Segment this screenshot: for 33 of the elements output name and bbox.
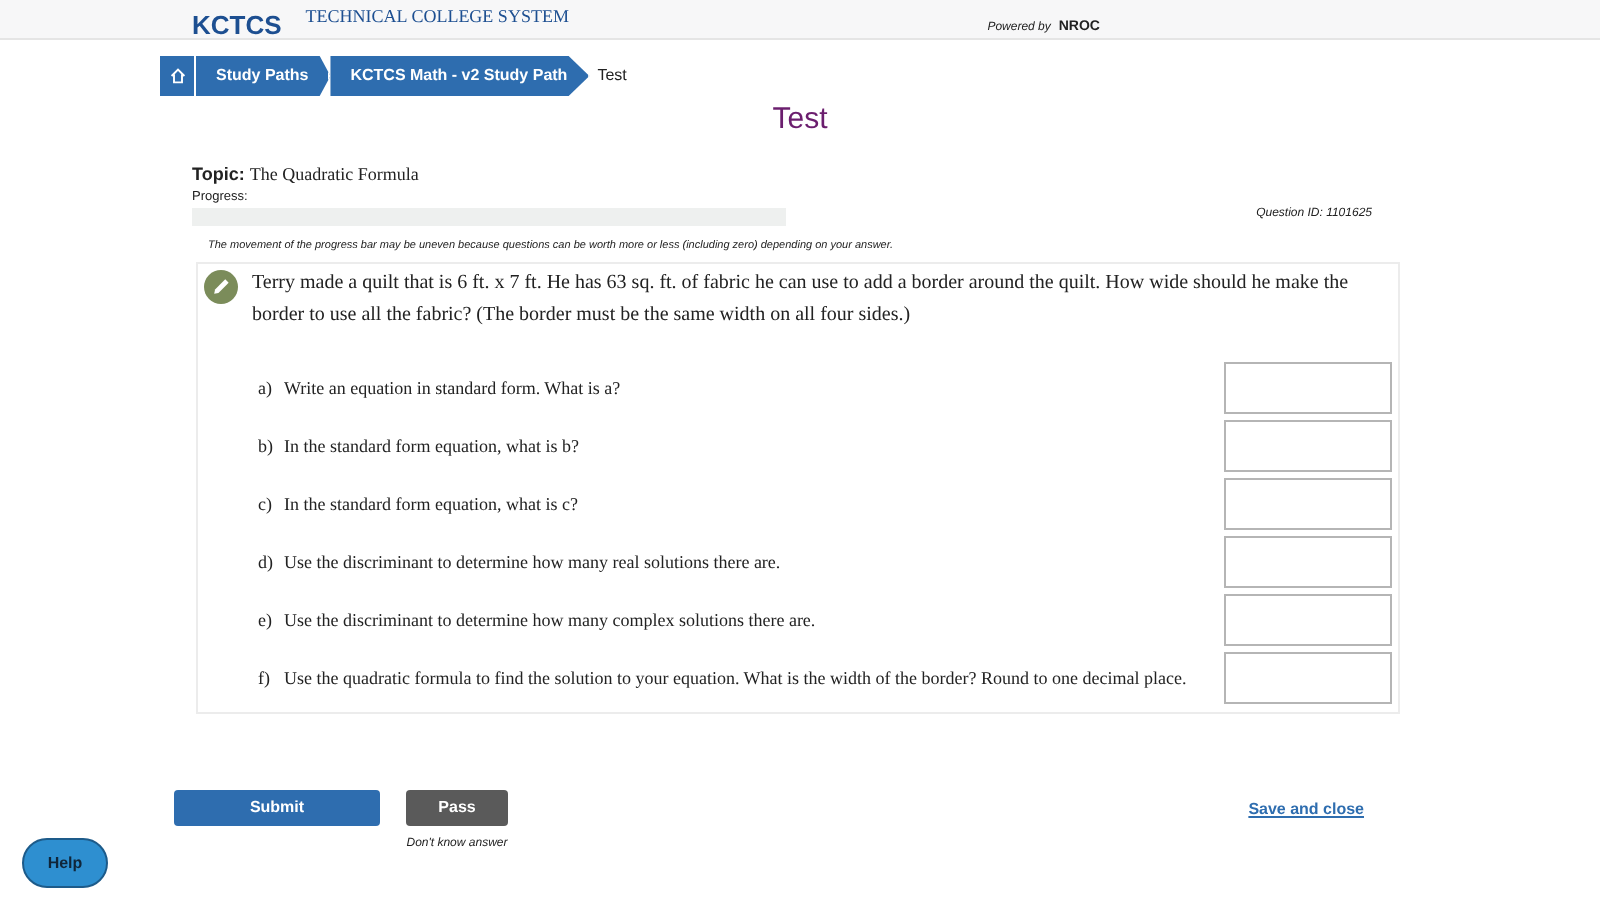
home-button[interactable] <box>160 56 196 96</box>
home-icon <box>169 68 185 84</box>
breadcrumb-link[interactable]: Study Paths <box>196 56 331 96</box>
breadcrumb-current: Test <box>597 64 627 88</box>
part-letter: d) <box>258 549 275 576</box>
part-letter: b) <box>258 433 275 460</box>
logo-subtitle: TECHNICAL COLLEGE SYSTEM <box>305 8 569 26</box>
logo: KCTCS <box>192 12 282 38</box>
part-text: In the standard form equation, what is b? <box>284 433 581 460</box>
breadcrumb-link[interactable]: KCTCS Math - v2 Study Path <box>330 56 590 96</box>
part-text: Use the quadratic formula to find the solution to your equation. What is the width of the border? Round to one decimal place. <box>284 665 1189 692</box>
question-text: Terry made a quilt that is 6 ft. x 7 ft. He has 63 sq. ft. of fabric he can use to add a border around the quilt. How wide should he make the border to use all the fabric? (The border must be the same width on all four sides.) <box>252 270 1351 331</box>
part-text: Use the discriminant to determine how many real solutions there are. <box>284 549 783 576</box>
topic-text: Topic: The Quadratic Formula <box>192 164 419 184</box>
pass-button[interactable]: Pass <box>406 790 508 827</box>
answer-field[interactable] <box>1224 652 1392 705</box>
part-letter: f) <box>258 665 272 692</box>
part-text: Write an equation in standard form. What is a? <box>284 375 623 402</box>
pencil-icon <box>204 270 238 305</box>
answer-field[interactable] <box>1224 420 1392 473</box>
save-and-close-link[interactable]: Save and close <box>1248 798 1364 823</box>
part-letter: a) <box>258 375 274 402</box>
part-text: In the standard form equation, what is c? <box>284 491 580 518</box>
answer-field[interactable] <box>1224 594 1392 647</box>
answer-field[interactable] <box>1224 362 1392 415</box>
part-text: Use the discriminant to determine how many complex solutions there are. <box>284 607 818 634</box>
submit-button[interactable]: Submit <box>174 790 380 827</box>
answer-field[interactable] <box>1224 536 1392 589</box>
page-title: Test <box>770 102 830 138</box>
help-button[interactable]: Help <box>22 838 108 888</box>
part-letter: c) <box>258 491 274 518</box>
answer-field[interactable] <box>1224 478 1392 531</box>
part-letter: e) <box>258 607 274 634</box>
